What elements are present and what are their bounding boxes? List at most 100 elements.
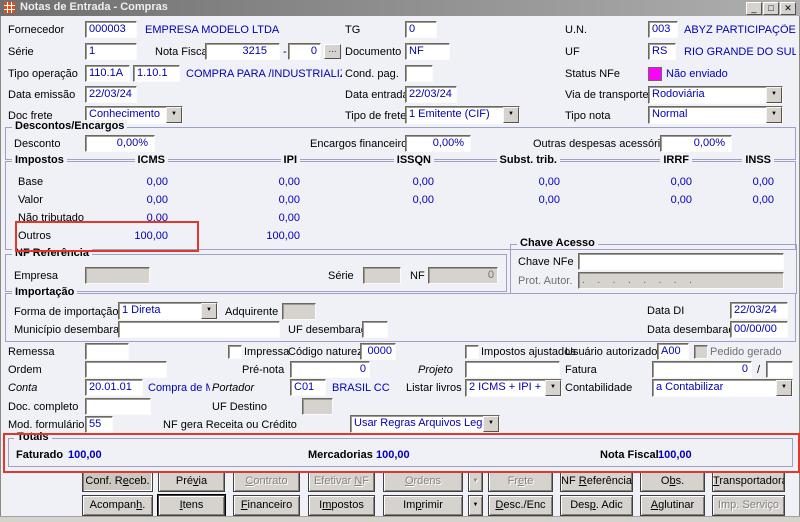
mod-formulario-label: Mod. formulário xyxy=(8,419,84,431)
outras-despesas-input[interactable]: 0,00% xyxy=(660,135,732,152)
pre-nota-label: Pré-nota xyxy=(242,364,284,376)
encargos-label: Encargos financeiros xyxy=(310,138,413,150)
nota-fiscal-sub-input[interactable]: 0 xyxy=(288,43,321,60)
status-nfe-swatch xyxy=(648,67,662,81)
nao-tributado-ipi: 0,00 xyxy=(230,212,300,224)
button-previa[interactable]: Prévia xyxy=(158,471,225,492)
forma-importacao-select[interactable]: 1 Direta ▼ xyxy=(118,302,218,320)
data-emissao-input[interactable]: 22/03/24 xyxy=(85,86,137,103)
browse-icon[interactable]: ... xyxy=(324,44,341,59)
chevron-down-icon[interactable]: ▼ xyxy=(545,380,561,396)
chevron-down-icon[interactable]: ▼ xyxy=(483,416,499,432)
window-title: Notas de Entrada - Compras xyxy=(20,1,168,13)
button-transportadora[interactable]: Transportadora xyxy=(712,471,785,492)
un-label: U.N. xyxy=(565,24,587,36)
close-icon[interactable]: ✕ xyxy=(780,2,796,15)
nf-referencia-legend: NF Referência xyxy=(12,247,92,259)
usuario-autorizado-label: Usuário autorizado xyxy=(565,346,657,358)
adquirente-input xyxy=(282,303,316,320)
chevron-down-icon[interactable]: ▼ xyxy=(166,107,182,123)
data-di-input[interactable]: 22/03/24 xyxy=(730,302,788,319)
fornecedor-input[interactable]: 000003 xyxy=(85,21,137,38)
button-itens[interactable]: Itens xyxy=(158,495,225,516)
uf-input[interactable]: RS xyxy=(648,43,676,60)
pre-nota-input[interactable]: 0 xyxy=(290,361,370,378)
button-aglutinar[interactable]: Aglutinar xyxy=(640,495,705,516)
documento-input[interactable]: NF xyxy=(405,43,450,60)
nota-fiscal-label: Nota Fiscal xyxy=(155,46,210,58)
tipo-frete-select[interactable]: 1 Emitente (CIF) ▼ xyxy=(405,106,520,124)
tipo-operacao-input2[interactable]: 1.10.1 xyxy=(133,65,180,82)
button-conf-receb[interactable]: Conf. Receb. xyxy=(82,471,153,492)
tipo-operacao-input1[interactable]: 110.1A xyxy=(85,65,130,82)
chevron-down-icon[interactable]: ▼ xyxy=(201,303,217,319)
cond-pag-label: Cond. pag. xyxy=(345,68,399,80)
desconto-input[interactable]: 0,00% xyxy=(85,135,155,152)
tipo-nota-value: Normal xyxy=(652,108,687,120)
button-financeiro[interactable]: Financeiro xyxy=(233,495,300,516)
fatura-sub-input[interactable] xyxy=(766,361,793,378)
data-entrada-input[interactable]: 22/03/24 xyxy=(405,86,457,103)
chevron-down-icon[interactable]: ▼ xyxy=(766,107,782,123)
button-imprimir[interactable]: Imprimir xyxy=(383,495,463,516)
impostos-ajustados-checkbox[interactable] xyxy=(465,345,479,359)
via-transporte-select[interactable]: Rodoviária ▼ xyxy=(648,86,783,104)
tg-input[interactable]: 0 xyxy=(405,21,437,38)
outras-despesas-label: Outras despesas acessórias xyxy=(533,138,672,150)
valor-irrf: 0,00 xyxy=(622,194,692,206)
cond-pag-input[interactable] xyxy=(405,65,433,82)
municipio-desembaraco-label: Município desembaraço xyxy=(14,324,131,336)
button-obs[interactable]: Obs. xyxy=(640,471,705,492)
base-irrf: 0,00 xyxy=(622,176,692,188)
uf-desembaraco-input[interactable] xyxy=(362,321,388,338)
uf-label: UF xyxy=(565,46,580,58)
faturado-label: Faturado xyxy=(16,449,63,461)
valor-icms: 0,00 xyxy=(98,194,168,206)
mod-formulario-input[interactable]: 55 xyxy=(85,416,113,433)
window-bottom-edge xyxy=(0,516,800,522)
button-acompanh[interactable]: Acompanh. xyxy=(82,495,153,516)
pedido-gerado-checkbox xyxy=(694,345,708,359)
tipo-nota-select[interactable]: Normal ▼ xyxy=(648,106,783,124)
municipio-desembaraco-input[interactable] xyxy=(118,321,280,338)
button-nf-referencia[interactable]: NF Referência xyxy=(560,471,633,492)
chevron-down-icon[interactable]: ▼ xyxy=(776,380,792,396)
nf-gera-select[interactable]: Usar Regras Arquivos Legais ▼ xyxy=(350,415,500,433)
listar-livros-select[interactable]: 2 ICMS + IPI + ISS ▼ xyxy=(465,379,562,397)
chevron-down-icon[interactable]: ▼ xyxy=(503,107,519,123)
conta-input[interactable]: 20.01.01 xyxy=(85,379,143,396)
tipo-frete-label: Tipo de frete xyxy=(345,110,406,122)
impostos-column-inss: INSS xyxy=(742,154,774,166)
chevron-down-icon[interactable]: ▼ xyxy=(766,87,782,103)
serie-input[interactable]: 1 xyxy=(85,43,137,60)
ref-serie-label: Série xyxy=(328,270,354,282)
encargos-input[interactable]: 0,00% xyxy=(405,135,471,152)
ref-serie-input xyxy=(363,267,401,284)
impressa-checkbox[interactable] xyxy=(228,345,242,359)
doc-completo-input[interactable] xyxy=(85,398,151,415)
un-name: ABYZ PARTICIPAÇÕES E xyxy=(684,24,796,36)
impostos-row-base-label: Base xyxy=(18,176,43,188)
minimize-icon[interactable]: _ xyxy=(746,2,762,15)
codigo-natureza-input[interactable]: 0000 xyxy=(360,343,396,360)
data-desembaraco-input[interactable]: 00/00/00 xyxy=(730,321,788,338)
usuario-autorizado-input[interactable]: A00 xyxy=(657,343,689,360)
chave-nfe-input[interactable] xyxy=(578,253,784,270)
maximize-icon[interactable]: □ xyxy=(763,2,779,15)
contabilidade-select[interactable]: a Contabilizar ▼ xyxy=(652,379,793,397)
ref-nf-input: 0 xyxy=(428,267,498,284)
button-desc-enc[interactable]: Desc./Enc xyxy=(488,495,553,516)
button-imprimir-dropdown-icon[interactable]: ▼ xyxy=(468,495,483,516)
impostos-legend: Impostos xyxy=(12,154,67,166)
button-impostos[interactable]: Impostos xyxy=(308,495,375,516)
portador-input[interactable]: C01 xyxy=(290,379,326,396)
fatura-input[interactable]: 0 xyxy=(652,361,752,378)
button-desp-adic[interactable]: Desp. Adic xyxy=(560,495,633,516)
chave-nfe-label: Chave NFe xyxy=(518,256,574,268)
remessa-input[interactable] xyxy=(85,343,129,360)
fatura-label: Fatura xyxy=(565,364,597,376)
ordem-input[interactable] xyxy=(85,361,167,378)
un-input[interactable]: 003 xyxy=(648,21,678,38)
projeto-input[interactable] xyxy=(465,361,560,378)
nota-fiscal-input[interactable]: 3215 xyxy=(205,43,280,60)
